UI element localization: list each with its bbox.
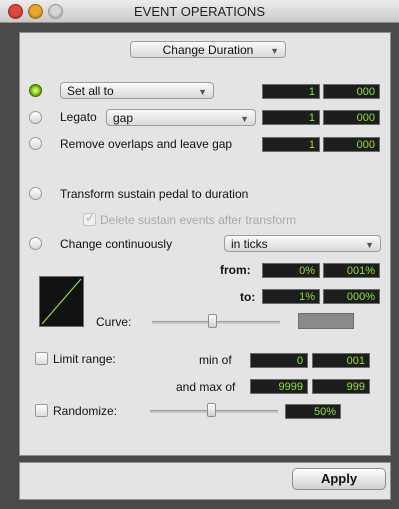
chevron-down-icon: ▼ (270, 46, 279, 56)
radio-remove-overlaps[interactable] (29, 137, 42, 150)
transform-sustain-label: Transform sustain pedal to duration (60, 187, 249, 201)
max-field-2[interactable]: 999 (312, 379, 370, 394)
from-field-2[interactable]: 001% (323, 263, 380, 278)
from-field-1[interactable]: 0% (262, 263, 320, 278)
randomize-value-field[interactable]: 50% (285, 404, 341, 419)
radio-change-continuously[interactable] (29, 237, 42, 250)
set-all-to-field-2[interactable]: 000 (323, 84, 380, 99)
set-all-to-field-1[interactable]: 1 (262, 84, 320, 99)
radio-transform-sustain[interactable] (29, 187, 42, 200)
set-all-to-select[interactable]: Set all to ▼ (60, 82, 214, 99)
chevron-down-icon: ▼ (240, 114, 249, 124)
legato-label: Legato (60, 110, 97, 124)
to-field-2[interactable]: 000% (323, 289, 380, 304)
max-field-1[interactable]: 9999 (250, 379, 308, 394)
curve-preview (39, 276, 84, 327)
radio-set-all-to[interactable] (29, 84, 42, 97)
check-icon: ✓ (85, 211, 96, 225)
max-of-label: and max of (176, 380, 236, 394)
legato-field-1[interactable]: 1 (262, 110, 320, 125)
delete-sustain-label: Delete sustain events after transform (100, 213, 297, 227)
chevron-down-icon: ▼ (198, 87, 207, 97)
curve-slider-thumb[interactable] (208, 314, 217, 328)
min-field-1[interactable]: 0 (250, 353, 308, 368)
window-title: EVENT OPERATIONS (134, 4, 265, 19)
remove-overlaps-label: Remove overlaps and leave gap (60, 137, 233, 151)
units-select[interactable]: in ticks ▼ (224, 235, 381, 252)
units-select-value: in ticks (231, 237, 268, 251)
curve-line (41, 278, 82, 325)
min-field-2[interactable]: 001 (312, 353, 370, 368)
event-operations-window: EVENT OPERATIONS Change Duration ▼ Set a… (0, 0, 399, 509)
apply-button[interactable]: Apply (292, 468, 386, 490)
to-label: to: (240, 290, 256, 304)
curve-value-box (298, 313, 354, 329)
legato-select[interactable]: gap ▼ (106, 109, 256, 126)
limit-range-checkbox[interactable] (35, 352, 48, 365)
randomize-label: Randomize: (53, 404, 118, 418)
remove-overlaps-field-2[interactable]: 000 (323, 137, 380, 152)
title-bar[interactable]: EVENT OPERATIONS (0, 0, 399, 23)
legato-field-2[interactable]: 000 (323, 110, 380, 125)
remove-overlaps-field-1[interactable]: 1 (262, 137, 320, 152)
min-of-label: min of (199, 353, 232, 367)
randomize-checkbox[interactable] (35, 404, 48, 417)
limit-range-label: Limit range: (53, 352, 116, 366)
from-label: from: (220, 263, 251, 277)
curve-label: Curve: (96, 315, 132, 329)
operation-select[interactable]: Change Duration ▼ (130, 41, 286, 58)
randomize-slider-thumb[interactable] (207, 403, 216, 417)
legato-select-value: gap (113, 111, 134, 125)
chevron-down-icon: ▼ (365, 240, 374, 250)
operation-select-value: Change Duration (162, 43, 254, 57)
to-field-1[interactable]: 1% (262, 289, 320, 304)
radio-legato[interactable] (29, 111, 42, 124)
set-all-to-select-value: Set all to (67, 84, 114, 98)
change-continuously-label: Change continuously (60, 237, 173, 251)
delete-sustain-checkbox[interactable]: ✓ (83, 211, 96, 226)
